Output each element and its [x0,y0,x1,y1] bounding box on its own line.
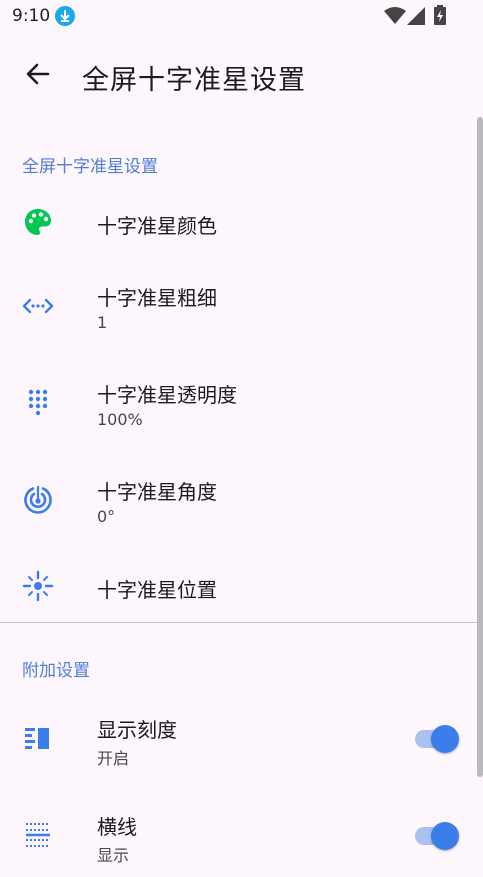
download-notification-icon [55,6,75,26]
show-scale-switch[interactable] [415,725,459,753]
setting-summary: 0° [97,507,116,526]
position-crosshair-icon [22,570,54,602]
setting-title: 十字准星角度 [97,480,217,504]
setting-title: 十字准星颜色 [97,214,217,238]
setting-horizontal-line[interactable]: 横线 显示 [0,801,470,877]
switch-thumb [431,822,459,850]
palette-icon [22,206,54,238]
setting-summary: 100% [97,410,143,429]
app-bar: 全屏十字准星设置 [0,44,483,108]
section-header-crosshair: 全屏十字准星设置 [22,157,158,177]
back-button[interactable] [22,58,54,90]
scale-icon [22,722,54,754]
wifi-icon [384,7,406,29]
setting-title: 十字准星粗细 [97,286,217,310]
setting-show-scale[interactable]: 显示刻度 开启 [0,704,470,780]
setting-summary: 1 [97,313,108,332]
setting-crosshair-color[interactable]: 十字准星颜色 [0,192,470,254]
setting-title: 十字准星透明度 [97,383,237,407]
signal-icon [407,7,425,29]
setting-summary: 显示 [97,846,130,865]
dot-grid-icon [22,387,54,419]
setting-title: 横线 [97,815,137,839]
battery-charging-icon [434,5,446,29]
status-time: 9:10 [12,6,51,26]
setting-crosshair-position[interactable]: 十字准星位置 [0,556,470,618]
arrow-back-icon [26,63,50,85]
section-divider [0,622,477,623]
section-header-extra: 附加设置 [22,661,90,681]
setting-crosshair-opacity[interactable]: 十字准星透明度 100% [0,369,470,445]
setting-summary: 开启 [97,749,130,768]
thickness-arrows-icon [22,290,54,322]
horizontal-line-icon [22,819,54,851]
scrollbar[interactable] [477,117,483,777]
setting-crosshair-angle[interactable]: 十字准星角度 0° [0,466,470,542]
status-bar: 9:10 [0,0,483,34]
target-icon [22,484,54,516]
horizontal-line-switch[interactable] [415,822,459,850]
setting-title: 显示刻度 [97,718,177,742]
setting-title: 十字准星位置 [97,578,217,602]
switch-thumb [431,725,459,753]
page-title: 全屏十字准星设置 [82,65,306,96]
setting-crosshair-thickness[interactable]: 十字准星粗细 1 [0,272,470,348]
